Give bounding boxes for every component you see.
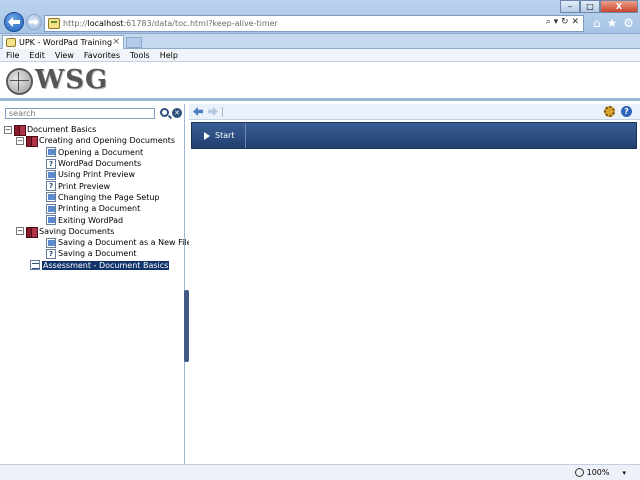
preferences-gear-icon[interactable] (604, 106, 615, 117)
start-button[interactable]: Start (192, 123, 246, 148)
toc-item[interactable]: Exiting WordPad (4, 214, 182, 226)
toc-item[interactable]: − Creating and Opening Documents (4, 135, 182, 148)
toc-item[interactable]: Using Print Preview (4, 169, 182, 180)
content-back-icon[interactable] (193, 107, 203, 116)
topic-icon (46, 169, 56, 180)
toc-item-label: Exiting WordPad (58, 215, 124, 225)
menu-file[interactable]: File (6, 51, 25, 60)
tab-upk-wordpad[interactable]: UPK - WordPad Training × (2, 35, 124, 49)
toc-item-label: Saving a Document as a New File (58, 238, 192, 248)
content-forward-icon[interactable] (208, 107, 218, 116)
menu-help[interactable]: Help (160, 51, 184, 60)
toc-tree: − Document Basics − Creating and Opening Do… (4, 124, 192, 271)
back-button[interactable] (4, 12, 24, 32)
minimize-button[interactable]: – (560, 0, 580, 13)
book-icon (26, 226, 38, 238)
toc-item[interactable]: Assessment - Document Basics (4, 260, 182, 271)
new-tab-button[interactable] (126, 37, 142, 48)
book-icon (14, 125, 26, 137)
toc-pane: ✕ −Document Basics−Creating and Opening … (0, 104, 192, 464)
assessment-icon (30, 260, 40, 271)
toc-item[interactable]: ? Print Preview (4, 180, 182, 192)
browser-icons: ⌂ ★ ⚙ (593, 16, 634, 30)
toc-item[interactable]: ? WordPad Documents (4, 158, 182, 169)
toc-item-label: Assessment - Document Basics (42, 260, 170, 270)
help-document-icon: ? (46, 181, 56, 192)
content-pane: ? Start (189, 104, 640, 464)
search-input[interactable] (5, 108, 155, 119)
topic-icon (46, 237, 56, 248)
start-bar: Start (191, 122, 637, 149)
toolbar-divider (222, 107, 223, 117)
page: WSG ✕ −Document Basics−Creating and Open… (0, 62, 640, 464)
menu-edit[interactable]: Edit (29, 51, 51, 60)
toc-item-label: Opening a Document (58, 147, 144, 157)
topic-icon (46, 192, 56, 203)
menu-bar: File Edit View Favorites Tools Help (0, 49, 640, 62)
toc-item-label: Creating and Opening Documents (39, 136, 176, 146)
toc-item[interactable]: Saving a Document as a New File (4, 237, 192, 248)
address-url[interactable]: http://localhost:61783/data/toc.html?kee… (63, 19, 278, 28)
toc-item-label: Changing the Page Setup (58, 192, 160, 202)
toc-item-label: Using Print Preview (58, 170, 136, 180)
toc-collapse-icon[interactable]: − (16, 136, 24, 145)
toc-item-label: Printing a Document (58, 204, 141, 214)
favorites-star-icon[interactable]: ★ (606, 16, 617, 30)
toc-item[interactable]: Printing a Document (4, 203, 182, 214)
status-bar: 100% ▾ (0, 464, 640, 480)
toc-item-label: Print Preview (58, 181, 111, 191)
toc-item[interactable]: ? Saving a Document (4, 248, 182, 259)
page-favicon-icon (48, 18, 60, 29)
book-icon (26, 136, 38, 148)
help-document-icon: ? (46, 158, 56, 169)
toc-item[interactable]: Changing the Page Setup (4, 192, 182, 203)
home-icon[interactable]: ⌂ (593, 16, 601, 30)
banner: WSG (0, 62, 640, 101)
help-icon[interactable]: ? (621, 106, 632, 117)
toc-item[interactable]: − Saving Documents (4, 226, 182, 238)
address-tools[interactable]: ⌕ ▾ ↻ ✕ (546, 17, 579, 27)
menu-favorites[interactable]: Favorites (84, 51, 126, 60)
tab-close-icon[interactable]: × (112, 37, 120, 47)
help-document-icon: ? (46, 248, 56, 259)
menu-view[interactable]: View (55, 51, 80, 60)
zoom-level: 100% (586, 468, 610, 477)
start-label: Start (215, 131, 235, 140)
toc-item-label: Document Basics (27, 125, 97, 135)
search-row: ✕ (4, 106, 184, 120)
tools-gear-icon[interactable]: ⚙ (623, 16, 634, 30)
content-toolbar: ? (189, 104, 640, 120)
search-icon[interactable] (160, 108, 169, 117)
toc-collapse-icon[interactable]: − (16, 227, 24, 236)
tab-title: UPK - WordPad Training (19, 38, 113, 47)
topic-icon (46, 215, 56, 226)
zoom-control[interactable]: 100% ▾ (574, 468, 626, 477)
forward-arrow-icon (29, 18, 39, 26)
toc-item-label: Saving Documents (39, 226, 115, 236)
toc-collapse-icon[interactable]: − (4, 125, 12, 134)
play-icon (204, 131, 210, 140)
window-controls: – □ X (560, 0, 638, 13)
topic-icon (46, 147, 56, 158)
toc-item-label: Saving a Document (58, 249, 137, 259)
browser-titlebar: http://localhost:61783/data/toc.html?kee… (0, 0, 640, 34)
zoom-dropdown-icon[interactable]: ▾ (622, 469, 626, 477)
toc-item[interactable]: − Document Basics (4, 124, 182, 137)
back-arrow-icon (8, 17, 20, 27)
logo-text: WSG (35, 65, 109, 95)
logo-globe-icon (6, 68, 33, 95)
tab-favicon-icon (6, 38, 16, 47)
tab-strip: UPK - WordPad Training × (0, 34, 640, 49)
topic-icon (46, 203, 56, 214)
maximize-button[interactable]: □ (580, 0, 600, 13)
close-window-button[interactable]: X (600, 0, 638, 13)
zoom-magnifier-icon (574, 468, 584, 477)
toc-item[interactable]: Opening a Document (4, 147, 182, 158)
toc-item-label: WordPad Documents (58, 159, 142, 169)
forward-button[interactable] (26, 14, 42, 30)
menu-tools[interactable]: Tools (130, 51, 156, 60)
clear-search-icon[interactable]: ✕ (172, 108, 182, 118)
address-bar[interactable]: http://localhost:61783/data/toc.html?kee… (44, 15, 584, 32)
